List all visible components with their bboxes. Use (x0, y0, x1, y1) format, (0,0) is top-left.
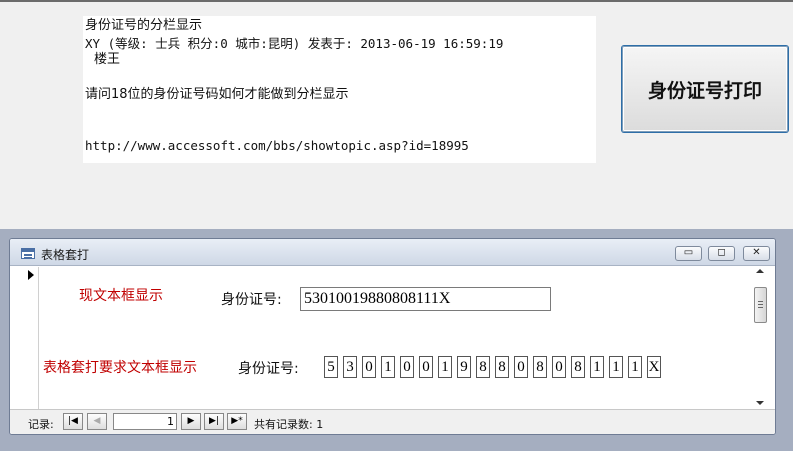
digit-box[interactable]: 8 (476, 356, 490, 378)
scroll-up-icon[interactable] (756, 269, 764, 273)
record-count: 共有记录数: 1 (254, 418, 324, 431)
post-title: 身份证号的分栏显示 (85, 18, 203, 33)
vertical-scrollbar[interactable] (752, 267, 769, 409)
last-record-button[interactable]: ▶| (204, 413, 224, 430)
top-border (0, 0, 793, 2)
split-textbox-label: 表格套打要求文本框显示 (43, 360, 197, 376)
restore-button[interactable]: ◻ (708, 246, 735, 261)
record-navigation-bar: 记录: |◀ ◀ 1 ▶ ▶| ▶* 共有记录数: 1 (10, 409, 775, 434)
id-number-field[interactable]: 53010019880808111X (300, 287, 551, 311)
digit-box[interactable]: 1 (590, 356, 604, 378)
next-record-button[interactable]: ▶ (181, 413, 201, 430)
form-window: 表格套打 ▭ ◻ ✕ 现文本框显示 身份证号: 5301001988080811… (9, 238, 776, 435)
digit-box[interactable]: 5 (324, 356, 338, 378)
post-meta: XY (等级: 士兵 积分:0 城市:昆明) 发表于: 2013-06-19 1… (85, 36, 504, 51)
digit-box[interactable]: 1 (609, 356, 623, 378)
digit-box[interactable]: 0 (419, 356, 433, 378)
post-question: 请问18位的身份证号码如何才能做到分栏显示 (85, 87, 349, 102)
current-textbox-label: 现文本框显示 (79, 288, 163, 304)
digit-box[interactable]: 9 (457, 356, 471, 378)
current-record-arrow-icon (28, 270, 34, 280)
current-record-input[interactable]: 1 (113, 413, 177, 430)
scroll-thumb[interactable] (754, 287, 767, 323)
digit-box[interactable]: 1 (628, 356, 642, 378)
scroll-down-icon[interactable] (756, 401, 764, 405)
digit-box[interactable]: 0 (514, 356, 528, 378)
form-title: 表格套打 (41, 248, 90, 262)
previous-record-button[interactable]: ◀ (87, 413, 107, 430)
close-button[interactable]: ✕ (743, 246, 770, 261)
new-record-button[interactable]: ▶* (227, 413, 247, 430)
digit-box[interactable]: 1 (438, 356, 452, 378)
digit-box[interactable]: 8 (533, 356, 547, 378)
form-title-bar[interactable]: 表格套打 ▭ ◻ ✕ (10, 239, 775, 266)
record-selector[interactable] (20, 267, 39, 409)
digit-box[interactable]: 3 (343, 356, 357, 378)
print-id-button[interactable]: 身份证号打印 (622, 46, 788, 132)
id-label-1: 身份证号: (221, 292, 282, 308)
digit-box[interactable]: 0 (552, 356, 566, 378)
post-floor: 楼王 (94, 52, 121, 67)
digit-box[interactable]: X (647, 356, 661, 378)
digit-box[interactable]: 8 (571, 356, 585, 378)
digit-box[interactable]: 1 (381, 356, 395, 378)
form-icon (21, 248, 35, 259)
digit-box[interactable]: 0 (400, 356, 414, 378)
record-label: 记录: (28, 418, 54, 431)
id-label-2: 身份证号: (238, 361, 299, 377)
minimize-button[interactable]: ▭ (675, 246, 702, 261)
post-url: http://www.accessoft.com/bbs/showtopic.a… (85, 138, 469, 153)
split-digit-boxes: 5 3 0 1 0 0 1 9 8 8 0 8 0 8 1 1 1 X (324, 356, 666, 378)
digit-box[interactable]: 0 (362, 356, 376, 378)
first-record-button[interactable]: |◀ (63, 413, 83, 430)
forum-post-textbox[interactable]: 身份证号的分栏显示 XY (等级: 士兵 积分:0 城市:昆明) 发表于: 20… (83, 16, 596, 163)
digit-box[interactable]: 8 (495, 356, 509, 378)
